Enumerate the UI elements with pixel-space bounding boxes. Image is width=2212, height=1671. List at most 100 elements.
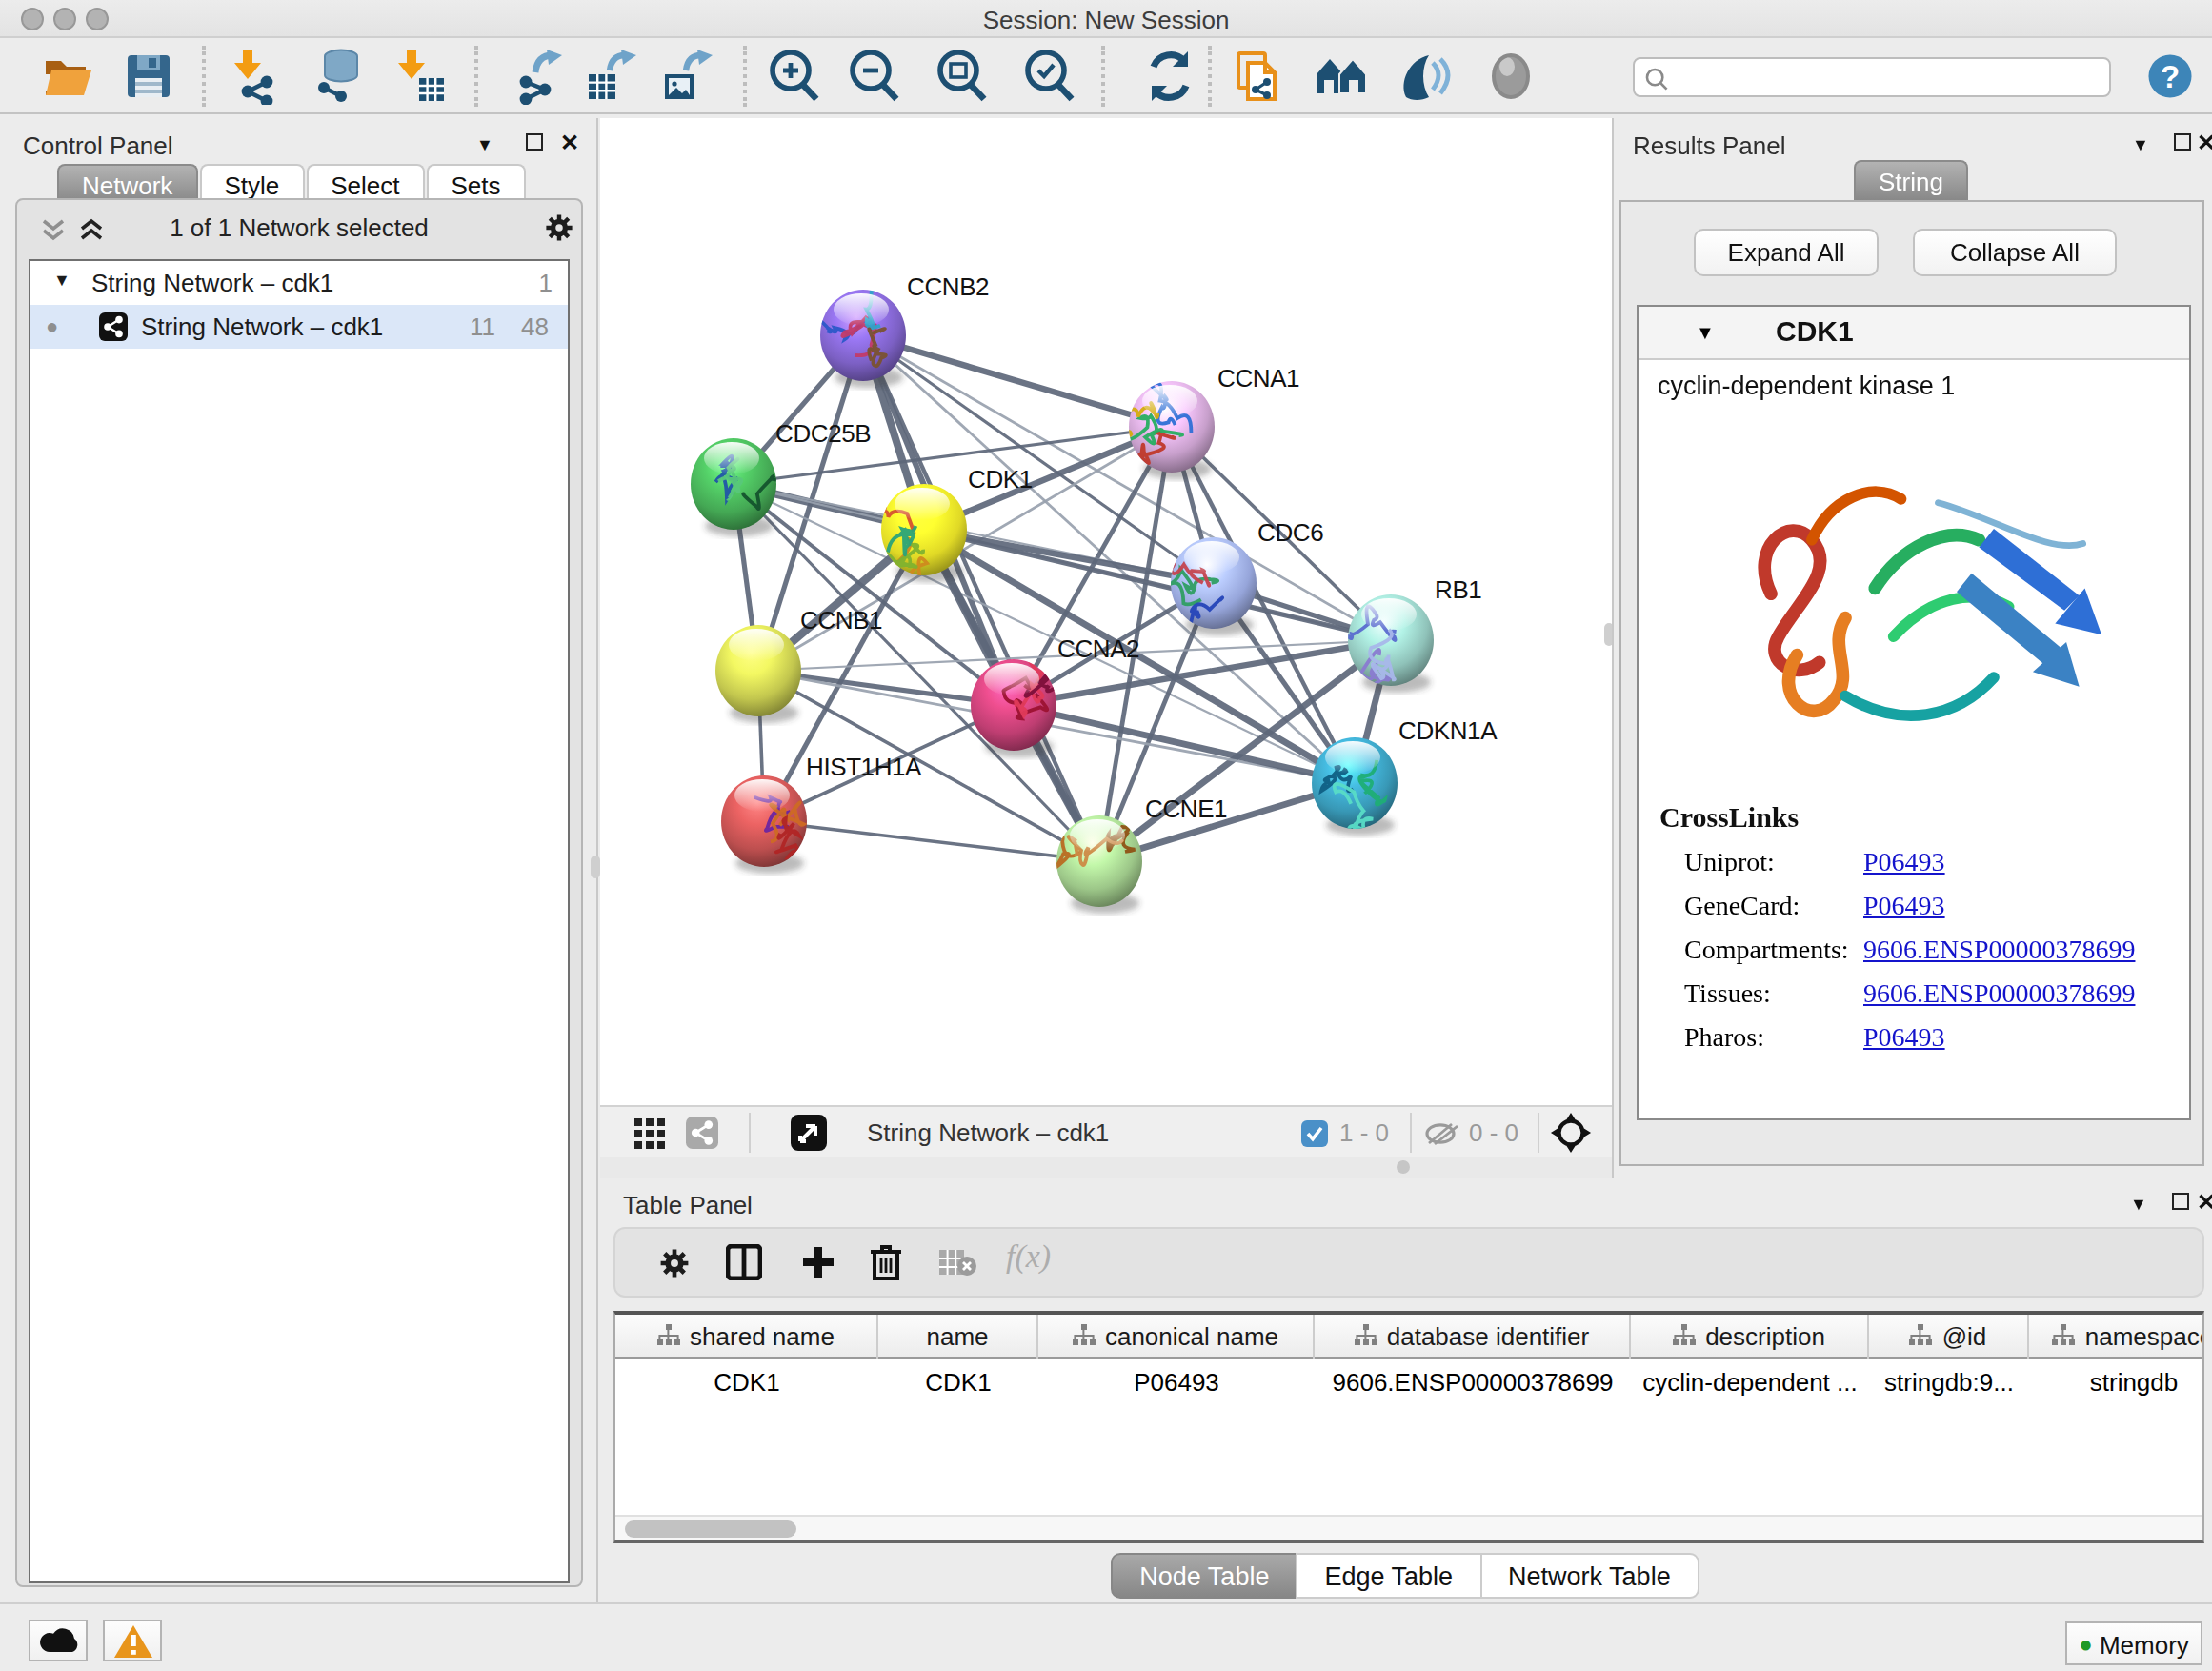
crosslink-row: Pharos:P06493 bbox=[1684, 1023, 2180, 1067]
home-networks-icon[interactable] bbox=[1313, 48, 1370, 105]
copy-style-icon[interactable] bbox=[1231, 48, 1288, 105]
control-panel-close-icon[interactable]: ✕ bbox=[560, 130, 579, 156]
network-node-HIST1H1A[interactable] bbox=[721, 775, 807, 874]
column-header-description[interactable]: description bbox=[1631, 1315, 1869, 1359]
expand-all-button[interactable]: Expand All bbox=[1694, 229, 1879, 276]
network-row-selected[interactable]: ● String Network – cdk1 11 48 bbox=[30, 305, 568, 349]
table-cell[interactable]: stringdb:9... bbox=[1869, 1360, 2029, 1404]
network-node-CDK1[interactable] bbox=[873, 477, 967, 594]
memory-button[interactable]: ● Memory bbox=[2065, 1621, 2202, 1665]
crosslink-value-link[interactable]: P06493 bbox=[1863, 892, 1945, 922]
perspective-eye-icon[interactable] bbox=[1482, 48, 1539, 105]
network-node-CDC25B[interactable] bbox=[691, 438, 811, 536]
network-edge-CCNA2-CDKN1A[interactable] bbox=[1014, 705, 1355, 783]
string-network-icon-gray[interactable] bbox=[686, 1117, 718, 1149]
network-collection-row[interactable]: ▼ String Network – cdk1 1 bbox=[30, 261, 568, 305]
network-node-CCNA2[interactable] bbox=[971, 656, 1077, 757]
zoom-out-icon[interactable] bbox=[846, 48, 903, 105]
network-edge-CCNB2-CCNA1[interactable] bbox=[863, 335, 1172, 427]
birds-eye-toggle-icon[interactable] bbox=[1549, 1111, 1593, 1155]
crosslink-value-link[interactable]: 9606.ENSP00000378699 bbox=[1863, 936, 2135, 966]
table-cell[interactable]: 9606.ENSP00000378699 bbox=[1315, 1360, 1631, 1404]
table-panel-menu-icon[interactable]: ▼ bbox=[2130, 1195, 2147, 1214]
scrollbar-thumb[interactable] bbox=[625, 1520, 796, 1538]
table-panel-close-icon[interactable]: ✕ bbox=[2197, 1189, 2212, 1216]
control-panel: Control Panel ▼ ✕ NetworkStyleSelectSets… bbox=[0, 118, 598, 1602]
column-header-namespace[interactable]: namespace bbox=[2029, 1315, 2204, 1359]
zoom-selected-icon[interactable] bbox=[1021, 48, 1078, 105]
save-session-icon[interactable] bbox=[120, 48, 177, 105]
crosslink-value-link[interactable]: P06493 bbox=[1863, 848, 1945, 878]
table-header-row: shared namenamecanonical namedatabase id… bbox=[615, 1315, 2204, 1359]
table-horizontal-scrollbar[interactable] bbox=[615, 1515, 2202, 1540]
show-columns-icon[interactable] bbox=[726, 1244, 762, 1280]
network-node-CDKN1A[interactable] bbox=[1312, 737, 1398, 836]
crosslink-value-link[interactable]: 9606.ENSP00000378699 bbox=[1863, 979, 2135, 1010]
network-node-CCNB1[interactable] bbox=[715, 625, 801, 723]
collapse-all-button[interactable]: Collapse All bbox=[1913, 229, 2117, 276]
tab-network-table[interactable]: Network Table bbox=[1479, 1553, 1699, 1599]
export-table-icon[interactable] bbox=[583, 48, 640, 105]
crosslink-value-link[interactable]: P06493 bbox=[1863, 1023, 1945, 1054]
tree-expand-icon[interactable]: ▼ bbox=[53, 259, 70, 303]
table-cell[interactable]: CDK1 bbox=[615, 1360, 878, 1404]
hide-unhide-icon[interactable] bbox=[1395, 48, 1452, 105]
cloud-status-button[interactable] bbox=[29, 1620, 88, 1661]
table-options-gear-icon[interactable] bbox=[657, 1246, 692, 1280]
node-label-CCNB1: CCNB1 bbox=[800, 606, 882, 634]
tab-edge-table[interactable]: Edge Table bbox=[1296, 1553, 1481, 1599]
table-panel-float-icon[interactable] bbox=[2172, 1193, 2189, 1210]
cloud-icon bbox=[38, 1627, 80, 1654]
network-edge-CCNB2-RB1[interactable] bbox=[863, 335, 1391, 640]
selected-checkbox-icon[interactable] bbox=[1301, 1120, 1328, 1147]
table-cell[interactable]: CDK1 bbox=[878, 1360, 1038, 1404]
add-icon[interactable] bbox=[800, 1244, 836, 1280]
results-panel-menu-icon[interactable]: ▼ bbox=[2132, 135, 2149, 154]
results-panel-close-icon[interactable]: ✕ bbox=[2197, 130, 2212, 156]
left-splitter-handle[interactable] bbox=[591, 856, 600, 878]
table-cell[interactable]: cyclin-dependent ... bbox=[1631, 1360, 1869, 1404]
refresh-view-icon[interactable] bbox=[1141, 48, 1198, 105]
shared-column-icon bbox=[1073, 1324, 1096, 1347]
export-image-icon[interactable] bbox=[659, 48, 716, 105]
open-in-window-icon[interactable] bbox=[791, 1115, 827, 1151]
export-network-icon[interactable] bbox=[511, 48, 568, 105]
network-edge-CCNB2-CCNE1[interactable] bbox=[863, 335, 1099, 861]
hidden-eye-icon[interactable] bbox=[1423, 1120, 1458, 1147]
import-network-database-icon[interactable] bbox=[311, 48, 368, 105]
search-input[interactable] bbox=[1633, 57, 2111, 97]
delete-icon[interactable] bbox=[869, 1242, 903, 1280]
column-header-database-identifier[interactable]: database identifier bbox=[1315, 1315, 1631, 1359]
network-canvas[interactable]: CCNB2CCNA1CDC25BCDK1CDC6RB1CCNB1CCNA2CDK… bbox=[600, 118, 1612, 1105]
control-panel-menu-icon[interactable]: ▼ bbox=[476, 135, 493, 154]
zoom-fit-icon[interactable] bbox=[934, 48, 991, 105]
table-cell[interactable]: P06493 bbox=[1038, 1360, 1315, 1404]
import-table-file-icon[interactable] bbox=[391, 48, 448, 105]
options-gear-icon[interactable] bbox=[543, 211, 575, 244]
control-panel-float-icon[interactable] bbox=[526, 133, 543, 151]
results-panel-float-icon[interactable] bbox=[2174, 133, 2191, 151]
gene-header[interactable]: ▼ CDK1 bbox=[1639, 307, 2189, 360]
shared-column-icon bbox=[1673, 1324, 1696, 1347]
function-builder-icon[interactable]: f(x) bbox=[1006, 1238, 1051, 1277]
column-header-name[interactable]: name bbox=[878, 1315, 1038, 1359]
tab-node-table[interactable]: Node Table bbox=[1111, 1553, 1297, 1599]
tab-string[interactable]: String bbox=[1854, 160, 1968, 202]
crosslink-row: GeneCard:P06493 bbox=[1684, 892, 2180, 936]
network-node-CCNE1[interactable] bbox=[1033, 815, 1142, 914]
network-node-CCNA1[interactable] bbox=[1114, 381, 1215, 479]
column-header-shared-name[interactable]: shared name bbox=[615, 1315, 878, 1359]
grid-view-icon[interactable] bbox=[634, 1118, 665, 1149]
import-network-file-icon[interactable] bbox=[227, 48, 284, 105]
zoom-in-icon[interactable] bbox=[766, 48, 823, 105]
network-edge-HIST1H1A-CCNE1[interactable] bbox=[764, 821, 1099, 861]
gene-collapse-icon[interactable]: ▼ bbox=[1696, 322, 1715, 343]
column-header-canonical-name[interactable]: canonical name bbox=[1038, 1315, 1315, 1359]
column-header-@id[interactable]: @id bbox=[1869, 1315, 2029, 1359]
network-node-CCNB2[interactable] bbox=[810, 264, 906, 388]
delete-table-icon[interactable] bbox=[939, 1250, 977, 1277]
warning-status-button[interactable] bbox=[103, 1620, 162, 1661]
table-cell[interactable]: stringdb bbox=[2029, 1360, 2204, 1404]
help-icon[interactable]: ? bbox=[2145, 51, 2195, 101]
open-session-icon[interactable] bbox=[40, 48, 97, 105]
